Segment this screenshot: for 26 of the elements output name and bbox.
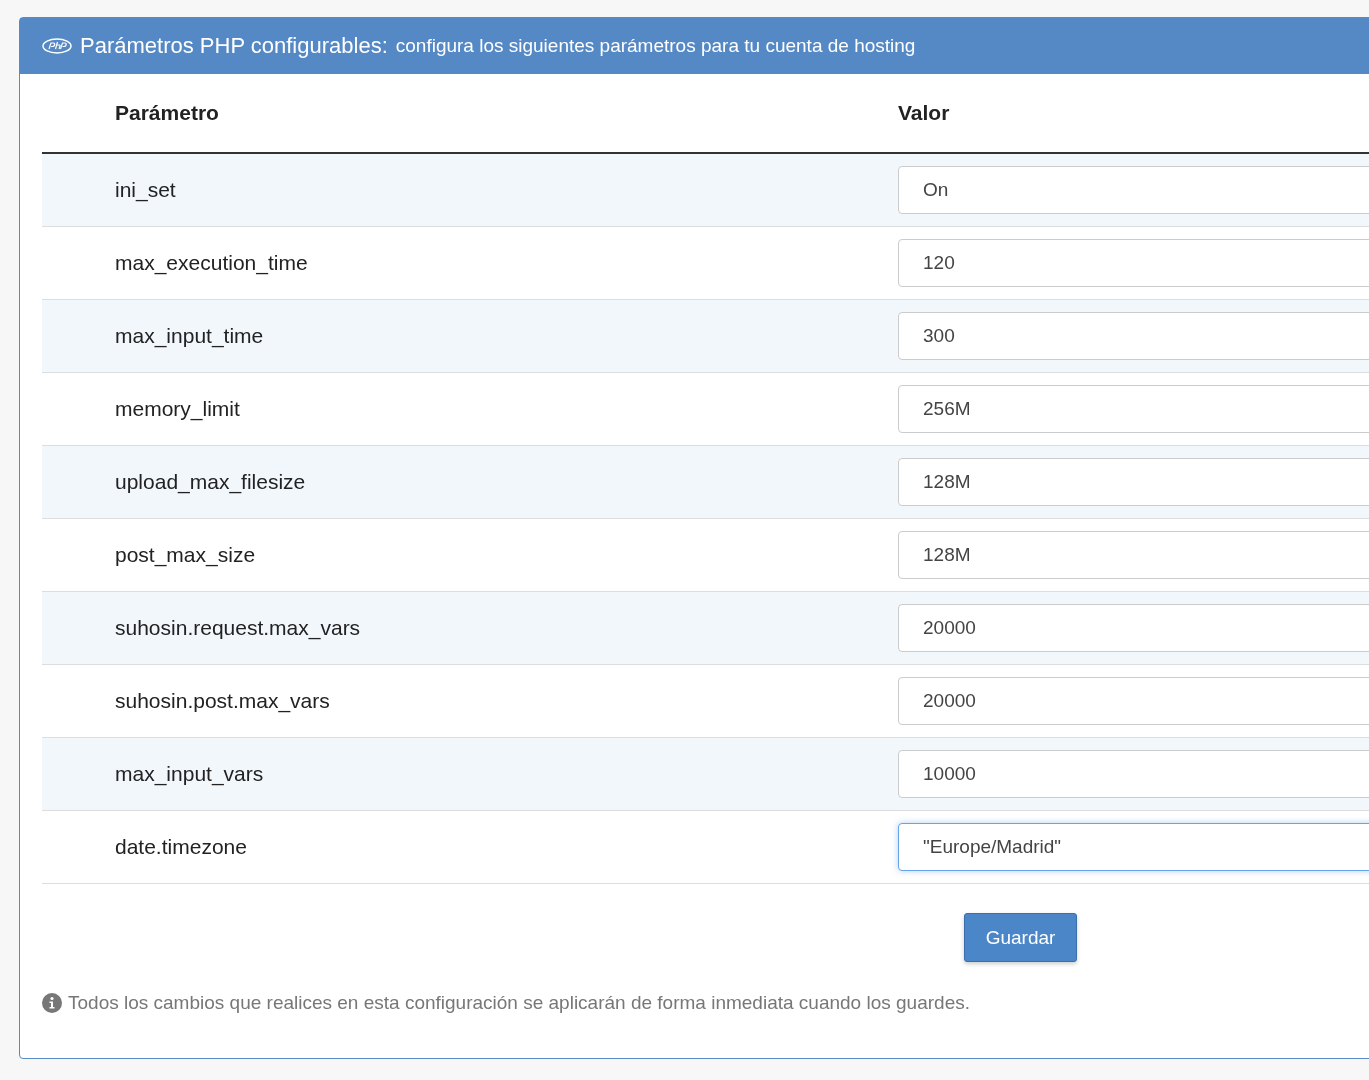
value-field[interactable]: 120	[898, 239, 1369, 287]
parameter-name: suhosin.request.max_vars	[42, 591, 898, 665]
parameter-name: date.timezone	[42, 810, 898, 884]
parameter-name: suhosin.post.max_vars	[42, 664, 898, 738]
value-field[interactable]: 128M	[898, 531, 1369, 579]
value-field[interactable]: "Europe/Madrid"	[898, 823, 1369, 871]
parameter-name: post_max_size	[42, 518, 898, 592]
info-note: Todos los cambios que realices en esta configuración se aplicarán de forma inmediata cuando los guardes.	[68, 992, 970, 1014]
parameter-name: max_input_time	[42, 299, 898, 373]
parameter-name: max_input_vars	[42, 737, 898, 811]
info-icon	[42, 993, 62, 1013]
value-field[interactable]: 256M	[898, 385, 1369, 433]
value-field[interactable]: 20000	[898, 677, 1369, 725]
value-field[interactable]: 300	[898, 312, 1369, 360]
parameter-name: memory_limit	[42, 372, 898, 446]
parameter-name: max_execution_time	[42, 226, 898, 300]
value-field[interactable]: 10000	[898, 750, 1369, 798]
value-field[interactable]: 128M	[898, 458, 1369, 506]
panel-title: Parámetros PHP configurables:	[80, 33, 388, 59]
panel-subtitle: configura los siguientes parámetros para tu cuenta de hosting	[395, 35, 916, 57]
php-logo-icon	[42, 38, 72, 54]
parameter-name: upload_max_filesize	[42, 445, 898, 519]
value-field[interactable]: On	[898, 166, 1369, 214]
save-button[interactable]: Guardar	[964, 913, 1077, 962]
parameter-name: ini_set	[42, 153, 898, 227]
value-field[interactable]: 20000	[898, 604, 1369, 652]
